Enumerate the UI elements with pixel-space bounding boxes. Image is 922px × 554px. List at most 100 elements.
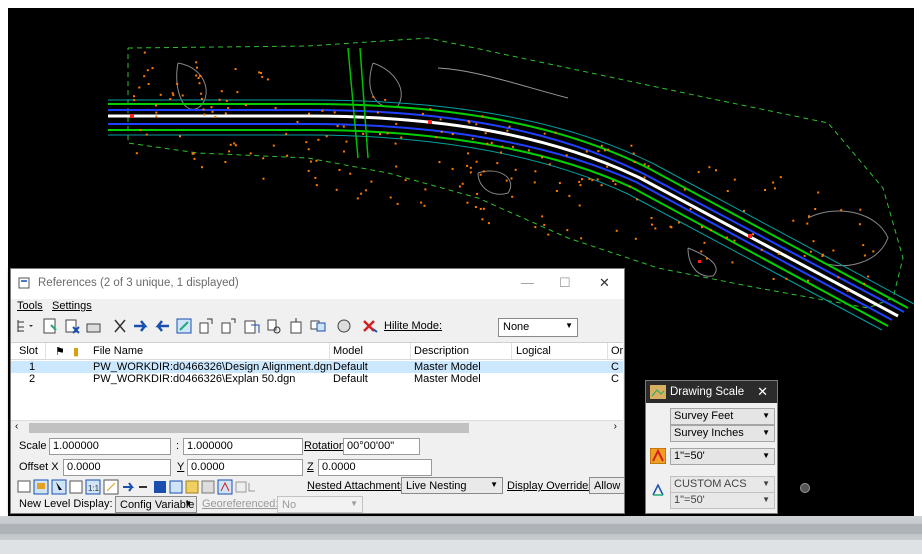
scale-reference-icon[interactable] [175, 317, 193, 335]
survey-point [262, 177, 265, 180]
hilite-mode-dropdown[interactable]: None ▼ [498, 318, 578, 337]
survey-point [274, 107, 277, 110]
survey-point [541, 156, 543, 159]
georeferenced-dropdown[interactable]: No ▼ [277, 496, 363, 513]
survey-point [606, 165, 609, 168]
rotate-reference-icon[interactable] [197, 317, 215, 335]
survey-point [487, 222, 490, 225]
row-description: Master Model [414, 361, 481, 373]
attach-reference-icon[interactable] [41, 317, 59, 335]
survey-point [511, 195, 514, 198]
clip-delete-icon[interactable] [309, 317, 327, 335]
survey-point [733, 239, 736, 242]
nested-attachments-value: Live Nesting [406, 480, 467, 492]
exchange-icon[interactable] [361, 317, 379, 335]
annotation-scale-icon[interactable] [650, 448, 666, 464]
col-slot[interactable]: Slot [19, 345, 38, 357]
menu-tools[interactable]: Tools [17, 300, 43, 312]
mirror-vertical-icon[interactable] [243, 317, 261, 335]
survey-point [731, 261, 734, 264]
clip-mask-icon[interactable] [287, 317, 305, 335]
survey-point [808, 215, 811, 218]
chevron-down-icon: ▼ [762, 411, 770, 420]
scroll-right-icon[interactable]: › [614, 421, 617, 432]
scale-input-1[interactable]: 1.000000 [49, 438, 171, 455]
survey-point [772, 181, 775, 184]
survey-point [286, 154, 289, 157]
maximize-icon[interactable]: ☐ [559, 275, 571, 291]
move-reference-icon[interactable] [132, 317, 150, 335]
references-title: References (2 of 3 unique, 1 displayed) [38, 277, 239, 289]
display-toggles[interactable]: 1:1 [17, 479, 257, 495]
row-or: C [611, 373, 619, 385]
survey-point [467, 152, 470, 155]
survey-point [370, 180, 373, 183]
survey-point [356, 197, 359, 200]
survey-point [461, 182, 464, 185]
row-slot: 1 [29, 361, 36, 373]
survey-point [475, 160, 478, 163]
survey-point [506, 129, 509, 132]
acs-icon[interactable] [650, 482, 666, 498]
close-icon[interactable]: ✕ [599, 275, 610, 291]
scale-separator: : [176, 440, 180, 452]
scale-input-2[interactable]: 1.000000 [183, 438, 303, 455]
drawing-scale-titlebar[interactable]: Drawing Scale ✕ [646, 381, 777, 403]
survey-point [210, 106, 213, 109]
horizontal-scrollbar[interactable]: ‹ › [11, 420, 623, 435]
offset-y-input[interactable]: 0.0000 [187, 459, 303, 476]
survey-point [224, 112, 227, 115]
rotation-value: 00°00'00" [347, 440, 395, 452]
tree-view-icon[interactable] [15, 317, 33, 335]
display-overrides-dropdown[interactable]: Allow [589, 477, 624, 494]
annotation-scale-dropdown[interactable]: 1"=50' ▼ [670, 448, 775, 465]
survey-point [505, 179, 508, 182]
survey-point [709, 229, 712, 232]
col-file-name[interactable]: File Name [93, 345, 143, 357]
survey-point [846, 289, 849, 292]
secondary-unit-dropdown[interactable]: Survey Inches ▼ [670, 425, 775, 442]
survey-point [135, 152, 138, 155]
scroll-left-icon[interactable]: ‹ [15, 421, 18, 432]
table-row[interactable]: 1 PW_WORKDIR:d0466326\Design Alignment.d… [11, 361, 623, 373]
col-model[interactable]: Model [333, 345, 363, 357]
menu-settings[interactable]: Settings [52, 300, 92, 312]
col-logical[interactable]: Logical [516, 345, 551, 357]
mirror-horizontal-icon[interactable] [219, 317, 237, 335]
terrain-contour [477, 170, 511, 195]
nested-attachments-dropdown[interactable]: Live Nesting ▼ [401, 477, 503, 494]
reload-reference-icon[interactable] [85, 317, 103, 335]
survey-point [195, 74, 198, 77]
minimize-icon[interactable]: — [521, 275, 534, 290]
survey-point [244, 104, 247, 106]
annotation-scale-value: 1"=50' [674, 450, 705, 462]
close-icon[interactable]: ✕ [757, 384, 768, 400]
survey-point [200, 92, 203, 95]
survey-point [396, 202, 399, 205]
survey-point [197, 77, 200, 79]
row-model: Default [333, 373, 368, 385]
copy-reference-icon[interactable] [153, 317, 171, 335]
rotation-input[interactable]: 00°00'00" [343, 438, 420, 455]
reload-icon[interactable] [335, 317, 353, 335]
survey-point [806, 222, 809, 225]
col-orientation[interactable]: Or [611, 345, 623, 357]
survey-point [198, 82, 201, 85]
acs-scale-dropdown[interactable]: 1"=50' ▼ [670, 492, 775, 509]
offset-x-input[interactable]: 0.0000 [63, 459, 171, 476]
row-slot: 2 [29, 373, 36, 385]
offset-z-input[interactable]: 0.0000 [318, 459, 432, 476]
cut-reference-icon[interactable] [111, 317, 129, 335]
scrollbar-thumb[interactable] [29, 423, 469, 433]
detach-reference-icon[interactable] [63, 317, 81, 335]
references-titlebar[interactable]: References (2 of 3 unique, 1 displayed) … [11, 269, 624, 299]
clip-boundary-icon[interactable] [265, 317, 283, 335]
primary-unit-dropdown[interactable]: Survey Feet ▼ [670, 408, 775, 425]
survey-point [752, 233, 754, 236]
table-row[interactable]: 2 PW_WORKDIR:d0466326\Explan 50.dgn Defa… [11, 373, 623, 385]
survey-point [365, 189, 368, 192]
new-level-display-dropdown[interactable]: Config Variable ▼ [115, 496, 197, 513]
col-description[interactable]: Description [414, 345, 469, 357]
acs-dropdown[interactable]: CUSTOM ACS ▼ [670, 476, 775, 493]
survey-point [514, 168, 517, 171]
